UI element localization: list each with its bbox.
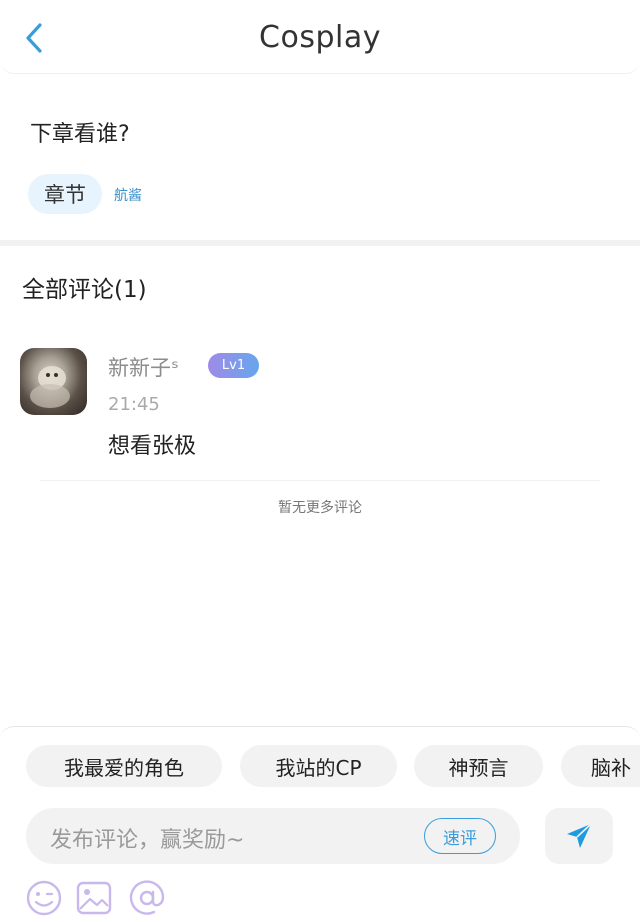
image-icon[interactable] <box>74 878 114 918</box>
quick-chip[interactable]: 脑补 <box>561 745 640 787</box>
comment-text: 想看张极 <box>108 434 197 459</box>
post-question: 下章看谁? <box>30 122 130 147</box>
section-divider <box>0 240 640 246</box>
quick-chip[interactable]: 神预言 <box>414 745 543 787</box>
level-badge: Lv1 <box>208 353 259 378</box>
avatar-photo <box>30 366 70 408</box>
comments-title: 全部评论(1) <box>22 277 147 303</box>
page-title: Cosplay <box>259 20 381 55</box>
comment-username[interactable]: 新新子ˢ <box>108 352 179 382</box>
quick-chip[interactable]: 我站的CP <box>240 745 397 787</box>
top-bar: Cosplay <box>0 0 640 74</box>
no-more-comments: 暂无更多评论 <box>278 500 362 516</box>
at-icon[interactable] <box>127 878 167 918</box>
comment-time: 21:45 <box>108 394 160 415</box>
avatar[interactable] <box>20 348 87 415</box>
author-link[interactable]: 航酱 <box>114 185 142 205</box>
comment-input[interactable]: 发布评论，赢奖励~ 速评 <box>26 808 520 864</box>
emoji-icon[interactable] <box>24 878 64 918</box>
comment-separator <box>40 480 600 481</box>
chapter-tag[interactable]: 章节 <box>28 174 102 214</box>
send-icon <box>567 823 592 848</box>
quick-chip[interactable]: 我最爱的角色 <box>26 745 222 787</box>
send-button[interactable] <box>545 808 613 864</box>
quick-review-button[interactable]: 速评 <box>424 818 496 854</box>
comment-input-placeholder: 发布评论，赢奖励~ <box>50 828 245 853</box>
